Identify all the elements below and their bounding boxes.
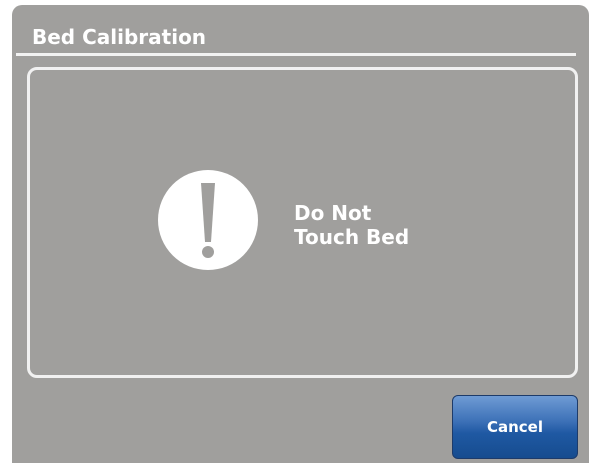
bed-calibration-dialog: Bed Calibration Do Not Touch Bed Cancel xyxy=(12,5,589,463)
exclamation-icon xyxy=(158,170,258,270)
cancel-button[interactable]: Cancel xyxy=(452,395,578,459)
exclamation-glyph xyxy=(201,183,215,258)
title-divider xyxy=(16,53,576,56)
warning-message-line2: Touch Bed xyxy=(294,225,410,249)
warning-message-line1: Do Not xyxy=(294,201,372,225)
dialog-title: Bed Calibration xyxy=(32,25,207,49)
warning-message: Do Not Touch Bed xyxy=(294,201,454,249)
